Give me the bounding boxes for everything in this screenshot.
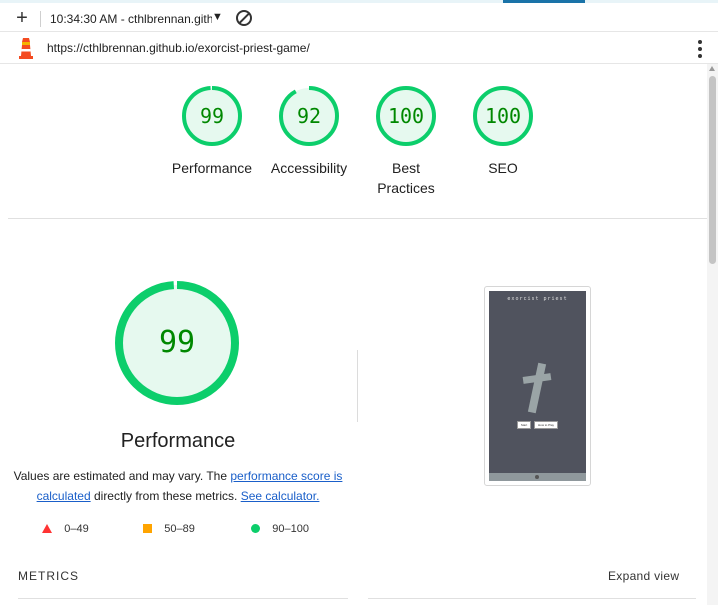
- toolbar-divider: [40, 11, 41, 27]
- performance-score-large: 99: [158, 325, 196, 360]
- gauge-best-practices-score: 100: [387, 104, 425, 128]
- game-how-to-play-button: How to Play: [534, 421, 558, 429]
- clear-report-button[interactable]: [236, 10, 252, 26]
- gauge-accessibility[interactable]: 92: [277, 84, 341, 148]
- report-url-bar: https://cthlbrennan.github.io/exorcist-p…: [0, 32, 718, 64]
- page-scrollbar[interactable]: [707, 64, 718, 605]
- circle-icon: [251, 524, 260, 533]
- gauge-accessibility-score: 92: [296, 104, 322, 128]
- legend-average: 50–89: [143, 523, 195, 535]
- scroll-up-arrow-icon[interactable]: [709, 66, 715, 71]
- report-selector[interactable]: 10:34:30 AM - cthlbrennan.githu: [50, 12, 212, 26]
- description-middle: directly from these metrics.: [90, 489, 241, 503]
- performance-title: Performance: [120, 430, 236, 452]
- gauge-best-practices[interactable]: 100: [374, 84, 438, 148]
- gauge-seo[interactable]: 100: [471, 84, 535, 148]
- active-tab-indicator: [503, 0, 585, 3]
- gauge-seo-score: 100: [484, 104, 522, 128]
- metrics-divider-left: [18, 598, 348, 599]
- screenshot-image: exorcist priest Start How to Play: [489, 291, 586, 481]
- legend-average-range: 50–89: [164, 523, 195, 535]
- gauge-best-practices-label-line2: Practices: [377, 180, 435, 196]
- section-divider: [8, 218, 707, 219]
- description-prefix: Values are estimated and may vary. The: [13, 469, 231, 483]
- expand-view-button[interactable]: Expand view: [608, 569, 679, 583]
- legend-fail-range: 0–49: [64, 523, 89, 535]
- lighthouse-logo-icon: [19, 38, 33, 59]
- triangle-icon: [42, 524, 52, 533]
- see-calculator-link[interactable]: See calculator.: [241, 489, 320, 503]
- gauge-accessibility-label: Accessibility: [270, 160, 348, 176]
- vertical-divider: [357, 350, 358, 422]
- gauge-best-practices-label: Best Practices: [356, 158, 456, 198]
- performance-description: Values are estimated and may vary. The p…: [12, 466, 344, 506]
- screenshot-bottom-bar: [489, 473, 586, 481]
- gauge-best-practices-label-line1: Best: [391, 160, 420, 176]
- game-title: exorcist priest: [507, 296, 568, 302]
- legend-pass-range: 90–100: [272, 523, 309, 535]
- report-url[interactable]: https://cthlbrennan.github.io/exorcist-p…: [47, 41, 310, 55]
- metrics-divider-right: [368, 598, 696, 599]
- gauge-performance-score: 99: [199, 104, 225, 128]
- kebab-menu-icon[interactable]: [697, 40, 703, 58]
- scrollbar-thumb[interactable]: [709, 76, 716, 264]
- gauge-performance-label: Performance: [171, 160, 253, 176]
- gauge-performance[interactable]: 99: [180, 84, 244, 148]
- caret-down-icon[interactable]: ▼: [212, 11, 223, 23]
- final-screenshot[interactable]: exorcist priest Start How to Play: [484, 286, 591, 486]
- gauge-seo-label: SEO: [488, 160, 518, 176]
- square-icon: [143, 524, 152, 533]
- performance-gauge-large: 99: [112, 278, 242, 408]
- legend-fail: 0–49: [42, 523, 89, 535]
- legend-pass: 90–100: [251, 523, 309, 535]
- cross-icon: [527, 362, 547, 414]
- new-tab-button[interactable]: +: [12, 8, 32, 28]
- top-toolbar: + 10:34:30 AM - cthlbrennan.githu ▼: [0, 0, 718, 32]
- metrics-heading: METRICS: [18, 569, 79, 583]
- plus-icon: +: [16, 7, 28, 29]
- game-start-button: Start: [517, 421, 531, 429]
